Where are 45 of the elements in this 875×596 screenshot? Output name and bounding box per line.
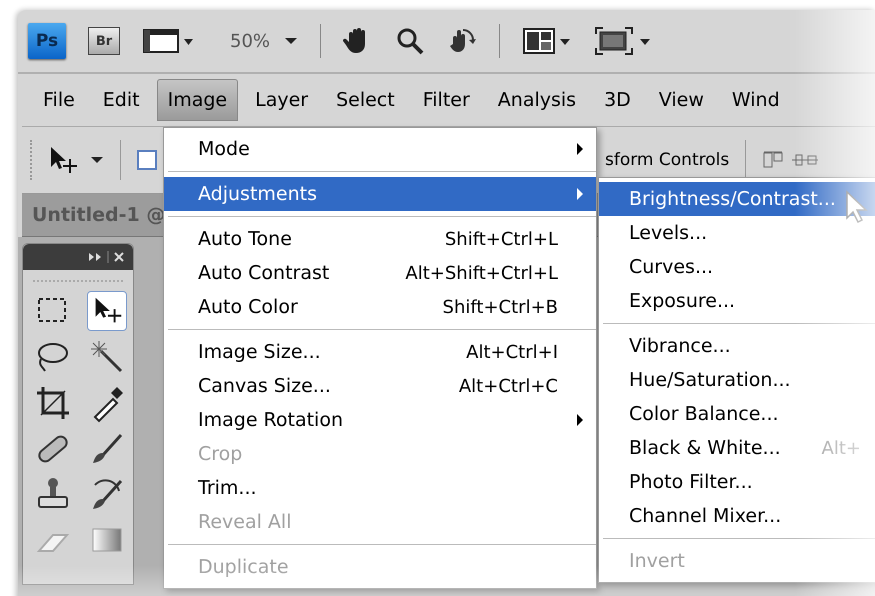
submenu-arrow-icon xyxy=(576,142,584,156)
menu-item[interactable]: Vibrance... xyxy=(599,329,875,363)
caret-icon[interactable] xyxy=(284,37,298,45)
zoom-tool-icon[interactable] xyxy=(395,26,426,56)
menu-item[interactable]: Adjustments xyxy=(164,177,596,211)
zoom-level-dropdown[interactable]: 50% xyxy=(230,30,298,52)
menu-bar-item[interactable]: Layer xyxy=(244,79,320,121)
menu-item[interactable]: Hue/Saturation... xyxy=(599,363,875,397)
menu-bar-item[interactable]: File xyxy=(32,79,86,121)
submenu-arrow-icon xyxy=(576,187,584,201)
menu-item[interactable]: Image Size... Alt+Ctrl+I xyxy=(164,335,596,369)
move-tool-icon[interactable] xyxy=(87,291,127,331)
caret-icon[interactable] xyxy=(90,156,104,164)
menu-bar-item[interactable]: Filter xyxy=(412,79,481,121)
menu-item[interactable]: Curves... xyxy=(599,250,875,284)
menu-item[interactable]: Exposure... xyxy=(599,284,875,318)
menu-item[interactable]: Image Rotation xyxy=(164,403,596,437)
menu-bar-item[interactable]: Analysis xyxy=(486,79,588,121)
menu-item[interactable]: Color Balance... xyxy=(599,397,875,431)
menu-item[interactable]: Auto Tone Shift+Ctrl+L xyxy=(164,222,596,256)
menu-item[interactable]: Brightness/Contrast... xyxy=(599,182,875,216)
menu-item[interactable]: Black & White... Alt+ xyxy=(599,431,875,465)
menu-item[interactable]: Auto Contrast Alt+Shift+Ctrl+L xyxy=(164,256,596,290)
checkbox[interactable] xyxy=(137,150,157,170)
bridge-button[interactable]: Br xyxy=(88,27,120,55)
option-label: sform Controls xyxy=(605,150,730,170)
submenu-arrow-icon xyxy=(576,413,584,427)
menu-bar-item[interactable]: 3D xyxy=(593,79,642,121)
menu-item[interactable]: Mode xyxy=(164,132,596,166)
menu-bar-item[interactable]: Image xyxy=(156,79,238,121)
view-extras-icon[interactable] xyxy=(142,26,194,56)
arrange-documents-icon[interactable] xyxy=(522,26,572,56)
menu-bar-item[interactable]: Select xyxy=(325,79,406,121)
mouse-cursor-icon xyxy=(845,190,869,224)
menu-item[interactable]: Trim... xyxy=(164,471,596,505)
move-tool-icon[interactable] xyxy=(48,145,78,175)
app-logo[interactable]: Ps xyxy=(28,23,66,59)
menu-item[interactable]: Auto Color Shift+Ctrl+B xyxy=(164,290,596,324)
menu-bar-item[interactable]: Wind xyxy=(720,79,791,121)
menu-item[interactable]: Photo Filter... xyxy=(599,465,875,499)
menu-bar-item[interactable]: Edit xyxy=(92,79,151,121)
menu-item[interactable]: Channel Mixer... xyxy=(599,499,875,533)
menu-item[interactable]: Canvas Size... Alt+Ctrl+C xyxy=(164,369,596,403)
menu-bar-item[interactable]: View xyxy=(648,79,715,121)
menu-item[interactable]: Levels... xyxy=(599,216,875,250)
